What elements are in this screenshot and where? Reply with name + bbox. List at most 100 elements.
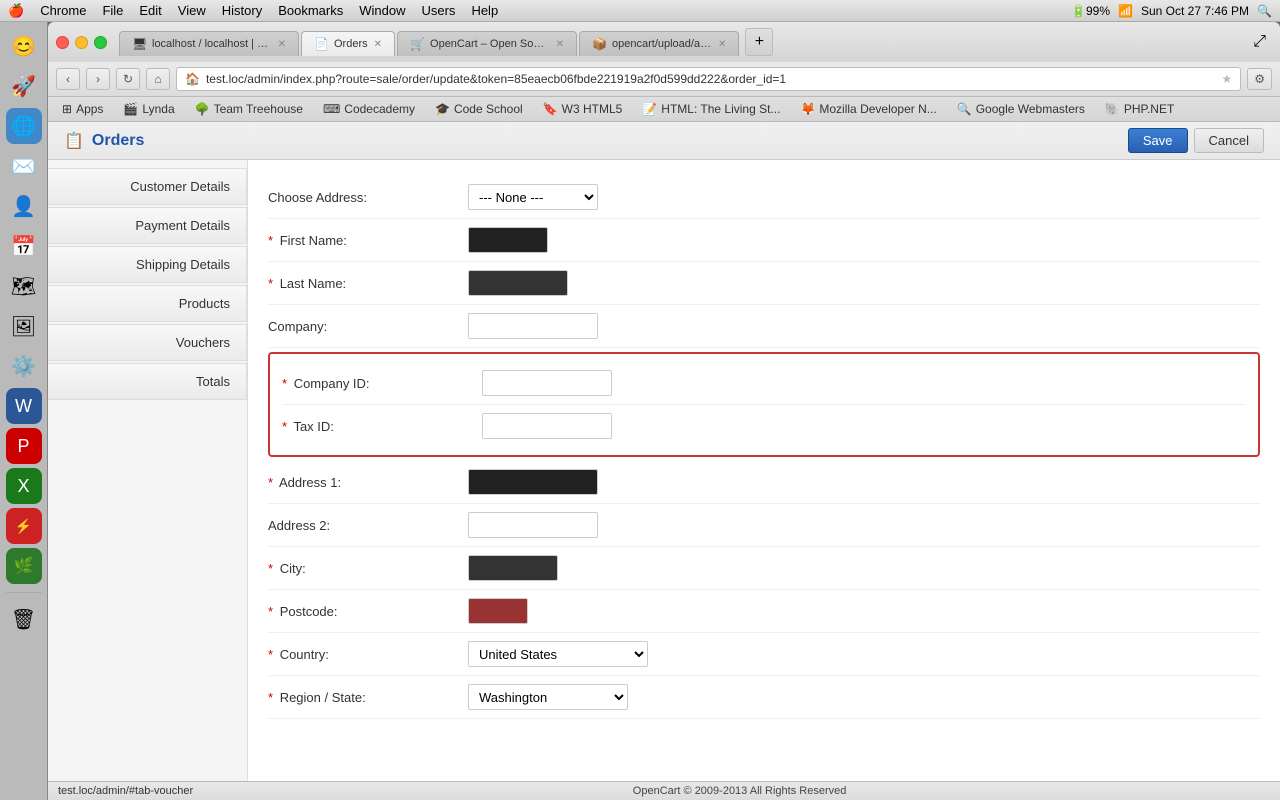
- save-button[interactable]: Save: [1128, 128, 1188, 153]
- address2-input[interactable]: [468, 512, 598, 538]
- bookmark-w3html5[interactable]: 🔖 W3 HTML5: [537, 100, 629, 118]
- minimize-button[interactable]: [75, 36, 88, 49]
- bookmark-treehouse[interactable]: 🌳 Team Treehouse: [189, 100, 309, 118]
- dock-icon-launchpad[interactable]: 🚀: [6, 68, 42, 104]
- dock-icon-green[interactable]: 🌿: [6, 548, 42, 584]
- region-label: * Region / State:: [268, 690, 468, 705]
- dock-icon-finder[interactable]: 😊: [6, 28, 42, 64]
- tax-id-input[interactable]: [482, 413, 612, 439]
- bookmark-mozilla[interactable]: 🦊 Mozilla Developer N...: [794, 100, 942, 118]
- title-bar: 🖥 localhost / localhost | php ... ✕ 📄 Or…: [56, 28, 1272, 56]
- menu-edit[interactable]: Edit: [139, 3, 161, 18]
- tab-opencart[interactable]: 🛒 OpenCart – Open Source S... ✕: [397, 31, 577, 56]
- tab-close-github[interactable]: ✕: [718, 39, 726, 50]
- dock-icon-maps[interactable]: 🗺: [6, 268, 42, 304]
- bookmark-codecademy[interactable]: ⌨ Codecademy: [317, 100, 421, 118]
- choose-address-select[interactable]: --- None ---: [468, 184, 598, 210]
- footer-text: OpenCart © 2009-2013 All Rights Reserved: [633, 785, 847, 797]
- tab-label-orders: Orders: [334, 38, 368, 50]
- company-id-required: *: [282, 376, 287, 391]
- page-content: 📋 Orders Save Cancel Customer Details Pa…: [48, 122, 1280, 800]
- dock-icon-calendar[interactable]: 📅: [6, 228, 42, 264]
- city-input[interactable]: [468, 555, 558, 581]
- dock-icon-photos[interactable]: 🖼: [6, 308, 42, 344]
- star-icon[interactable]: ★: [1221, 72, 1232, 86]
- sidebar-tab-totals[interactable]: Totals: [48, 363, 247, 400]
- menu-window[interactable]: Window: [359, 3, 405, 18]
- form-row-first-name: * First Name:: [268, 219, 1260, 262]
- company-id-input[interactable]: [482, 370, 612, 396]
- first-name-input[interactable]: [468, 227, 548, 253]
- dock-icon-settings[interactable]: ⚙️: [6, 348, 42, 384]
- tab-orders[interactable]: 📄 Orders ✕: [301, 31, 395, 56]
- bookmark-label-codecademy: Codecademy: [344, 102, 415, 116]
- bookmark-favicon-w3: 🔖: [543, 102, 558, 116]
- bookmark-google-webmasters[interactable]: 🔍 Google Webmasters: [951, 100, 1091, 118]
- last-name-input[interactable]: [468, 270, 568, 296]
- menu-file[interactable]: File: [102, 3, 123, 18]
- nav-bar: ‹ › ↻ ⌂ 🏠 test.loc/admin/index.php?route…: [48, 62, 1280, 97]
- bookmark-label-google: Google Webmasters: [976, 102, 1085, 116]
- address1-required: *: [268, 475, 273, 490]
- home-button[interactable]: ⌂: [146, 68, 170, 90]
- sidebar-tab-customer-details[interactable]: Customer Details: [48, 168, 247, 205]
- dock-icon-word[interactable]: W: [6, 388, 42, 424]
- bookmark-label-treehouse: Team Treehouse: [214, 102, 303, 116]
- page-header: 📋 Orders Save Cancel: [48, 122, 1280, 160]
- maximize-button[interactable]: [94, 36, 107, 49]
- menu-bookmarks[interactable]: Bookmarks: [278, 3, 343, 18]
- tab-github[interactable]: 📦 opencart/upload/admin/v... ✕: [579, 31, 739, 56]
- menu-help[interactable]: Help: [471, 3, 498, 18]
- postcode-input[interactable]: [468, 598, 528, 624]
- back-button[interactable]: ‹: [56, 68, 80, 90]
- reload-button[interactable]: ↻: [116, 68, 140, 90]
- bookmark-htmlliving[interactable]: 📝 HTML: The Living St...: [636, 100, 786, 118]
- dock-icon-trash[interactable]: 🗑: [6, 601, 42, 637]
- sidebar-tab-payment-details[interactable]: Payment Details: [48, 207, 247, 244]
- dock-icon-stripe[interactable]: ⚡: [6, 508, 42, 544]
- bookmark-codeschool[interactable]: 🎓 Code School: [429, 100, 529, 118]
- dock-icon-mail[interactable]: ✉️: [6, 148, 42, 184]
- extensions-button[interactable]: ⚙: [1247, 68, 1272, 90]
- postcode-label: * Postcode:: [268, 604, 468, 619]
- lock-icon: 🏠: [185, 72, 200, 86]
- address-bar[interactable]: 🏠 test.loc/admin/index.php?route=sale/or…: [176, 67, 1241, 91]
- country-select[interactable]: United States: [468, 641, 648, 667]
- last-name-required: *: [268, 276, 273, 291]
- fullscreen-button[interactable]: ⤢: [1247, 33, 1272, 51]
- apple-menu[interactable]: 🍎: [8, 3, 24, 19]
- new-tab-button[interactable]: +: [745, 28, 773, 56]
- dock-icon-browser[interactable]: 🌐: [6, 108, 42, 144]
- first-name-label: * First Name:: [268, 233, 468, 248]
- address-text[interactable]: test.loc/admin/index.php?route=sale/orde…: [206, 72, 786, 86]
- bookmark-lynda[interactable]: 🎬 Lynda: [117, 100, 180, 118]
- tab-localhost[interactable]: 🖥 localhost / localhost | php ... ✕: [119, 31, 299, 56]
- dock-icon-x[interactable]: X: [6, 468, 42, 504]
- sidebar-tab-shipping-details[interactable]: Shipping Details: [48, 246, 247, 283]
- cancel-button[interactable]: Cancel: [1194, 128, 1264, 153]
- tax-id-label: * Tax ID:: [282, 419, 482, 434]
- menu-chrome[interactable]: Chrome: [40, 3, 86, 18]
- company-id-label: * Company ID:: [282, 376, 482, 391]
- tab-close-opencart[interactable]: ✕: [556, 39, 564, 50]
- dock-icon-contacts[interactable]: 👤: [6, 188, 42, 224]
- sidebar-tab-vouchers[interactable]: Vouchers: [48, 324, 247, 361]
- tab-close-localhost[interactable]: ✕: [278, 39, 286, 50]
- menu-users[interactable]: Users: [421, 3, 455, 18]
- menu-view[interactable]: View: [178, 3, 206, 18]
- forward-button[interactable]: ›: [86, 68, 110, 90]
- menu-history[interactable]: History: [222, 3, 262, 18]
- tab-close-orders[interactable]: ✕: [374, 39, 382, 50]
- sidebar-tab-products[interactable]: Products: [48, 285, 247, 322]
- tab-favicon-github: 📦: [592, 37, 606, 51]
- close-button[interactable]: [56, 36, 69, 49]
- battery-icon: 🔋99%: [1071, 4, 1110, 18]
- address1-input[interactable]: [468, 469, 598, 495]
- bookmark-apps[interactable]: ⊞ Apps: [56, 100, 109, 118]
- company-input[interactable]: [468, 313, 598, 339]
- region-select[interactable]: Washington: [468, 684, 628, 710]
- dock-icon-red[interactable]: P: [6, 428, 42, 464]
- page-title-area: 📋 Orders: [64, 131, 144, 151]
- search-icon[interactable]: 🔍: [1257, 4, 1272, 18]
- bookmark-phpnet[interactable]: 🐘 PHP.NET: [1099, 100, 1180, 118]
